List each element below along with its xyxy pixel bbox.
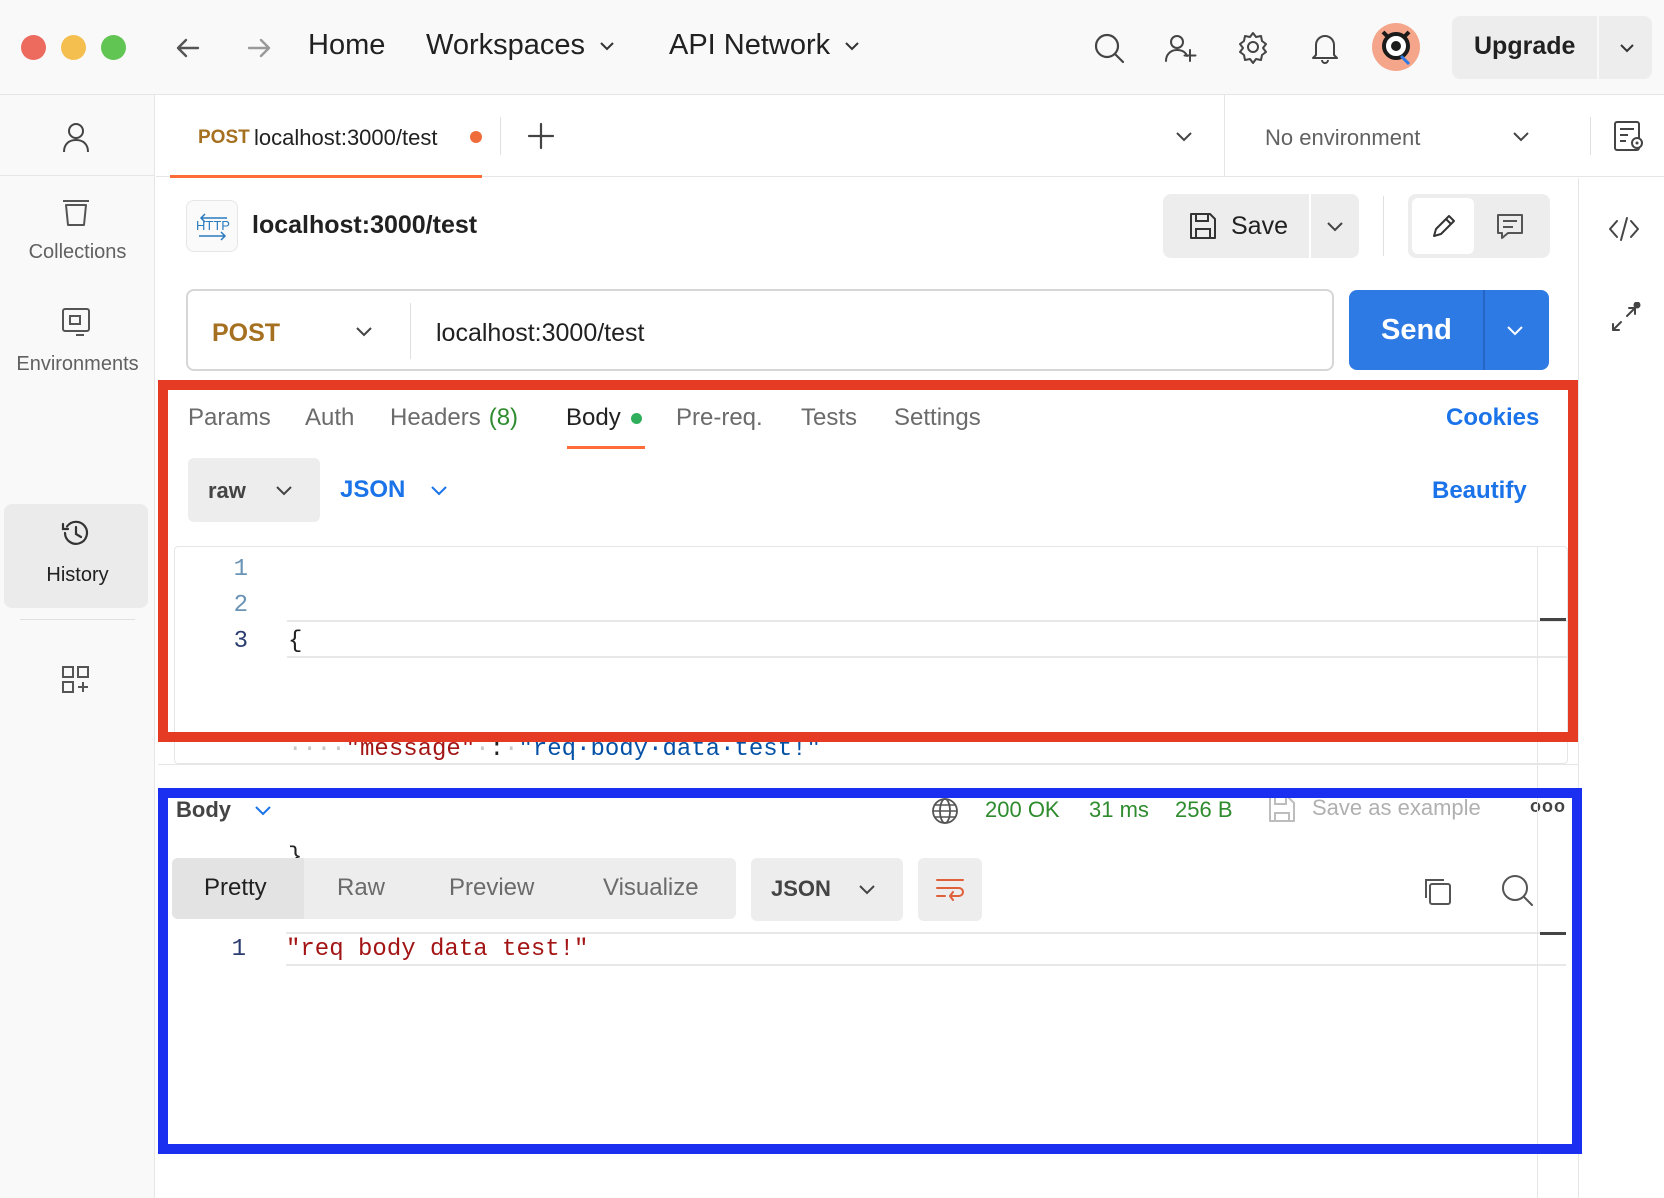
expand-icon[interactable] <box>1607 302 1641 336</box>
chevron-down-icon[interactable] <box>1325 216 1345 236</box>
title-bar: Home Workspaces API Network Upgrade <box>0 0 1664 95</box>
right-rail <box>1578 178 1664 1198</box>
minimize-window-button[interactable] <box>61 35 86 60</box>
chevron-down-icon[interactable] <box>1505 320 1525 340</box>
tab-list-chevron-down-icon[interactable] <box>1174 126 1194 146</box>
method-label: POST <box>212 319 281 347</box>
chevron-down-icon <box>354 321 374 341</box>
nav-api-network-label: API Network <box>669 29 831 61</box>
upgrade-button[interactable]: Upgrade <box>1452 16 1652 79</box>
upgrade-label: Upgrade <box>1474 32 1576 60</box>
save-icon <box>1187 210 1219 242</box>
comment-icon[interactable] <box>1494 210 1526 242</box>
close-window-button[interactable] <box>21 35 46 60</box>
gear-icon[interactable] <box>1236 30 1270 64</box>
response-body-highlight-box <box>158 788 1582 1154</box>
search-icon[interactable] <box>1092 31 1126 65</box>
divider <box>500 117 501 155</box>
unsaved-indicator <box>470 131 482 143</box>
code-snippet-icon[interactable] <box>1607 212 1641 246</box>
edit-mode-button[interactable] <box>1412 198 1474 254</box>
http-badge-text: HTTP <box>196 218 230 233</box>
sidebar-item-label: History <box>46 564 109 586</box>
divider <box>1597 16 1599 79</box>
active-tab-indicator <box>170 175 482 178</box>
divider <box>1309 194 1311 258</box>
environments-icon <box>59 305 93 339</box>
method-selector[interactable]: POST <box>188 291 410 369</box>
request-title[interactable]: localhost:3000/test <box>252 211 477 240</box>
user-icon[interactable] <box>58 119 94 155</box>
tab-method: POST <box>198 127 250 148</box>
nav-workspaces-label: Workspaces <box>426 29 586 61</box>
pencil-icon <box>1428 210 1460 242</box>
history-icon <box>59 516 93 550</box>
chevron-down-icon <box>600 41 614 50</box>
chevron-down-icon <box>1511 126 1531 146</box>
nav-workspaces[interactable]: Workspaces <box>426 29 617 62</box>
save-button[interactable]: Save <box>1163 194 1359 258</box>
collections-icon <box>59 195 93 229</box>
divider <box>1483 290 1485 370</box>
sidebar-item-label: Environments <box>16 353 139 375</box>
view-mode-toggle <box>1408 194 1550 258</box>
avatar[interactable] <box>1371 22 1421 72</box>
environment-quick-look-icon[interactable] <box>1612 119 1646 153</box>
bell-icon[interactable] <box>1308 30 1342 64</box>
divider <box>410 303 411 359</box>
nav-home[interactable]: Home <box>308 29 385 62</box>
divider <box>0 175 155 176</box>
sidebar-item-label: Collections <box>28 241 127 263</box>
sidebar-item-history[interactable]: History <box>4 504 148 608</box>
request-tab[interactable]: POST localhost:3000/test <box>156 95 496 178</box>
back-arrow-icon[interactable] <box>172 32 204 64</box>
environment-label: No environment <box>1265 125 1421 150</box>
left-sidebar: Collections Environments History <box>0 95 155 1198</box>
divider <box>20 619 135 620</box>
send-label: Send <box>1381 314 1452 346</box>
request-tab-bar: POST localhost:3000/test No environment <box>156 95 1664 178</box>
divider <box>1383 196 1384 256</box>
url-input[interactable]: localhost:3000/test <box>436 319 644 348</box>
sidebar-item-collections[interactable]: Collections <box>0 195 155 285</box>
chevron-down-icon[interactable] <box>1617 38 1637 58</box>
divider <box>1590 117 1591 155</box>
invite-user-icon[interactable] <box>1163 31 1197 65</box>
request-body-highlight-box <box>158 380 1578 742</box>
new-tab-plus-icon[interactable] <box>526 121 556 151</box>
forward-arrow-icon[interactable] <box>243 32 275 64</box>
tab-url: localhost:3000/test <box>254 125 438 150</box>
send-button[interactable]: Send <box>1349 290 1549 370</box>
zoom-window-button[interactable] <box>101 35 126 60</box>
chevron-down-icon <box>845 41 859 50</box>
configure-sidebar-icon[interactable] <box>59 663 93 697</box>
http-request-icon: HTTP <box>186 200 238 252</box>
nav-api-network[interactable]: API Network <box>669 29 862 62</box>
environment-selector[interactable]: No environment <box>1225 95 1585 177</box>
sidebar-item-environments[interactable]: Environments <box>0 305 155 395</box>
save-label: Save <box>1231 212 1288 240</box>
url-bar: POST localhost:3000/test <box>186 289 1334 371</box>
pane-divider[interactable] <box>158 764 1578 765</box>
